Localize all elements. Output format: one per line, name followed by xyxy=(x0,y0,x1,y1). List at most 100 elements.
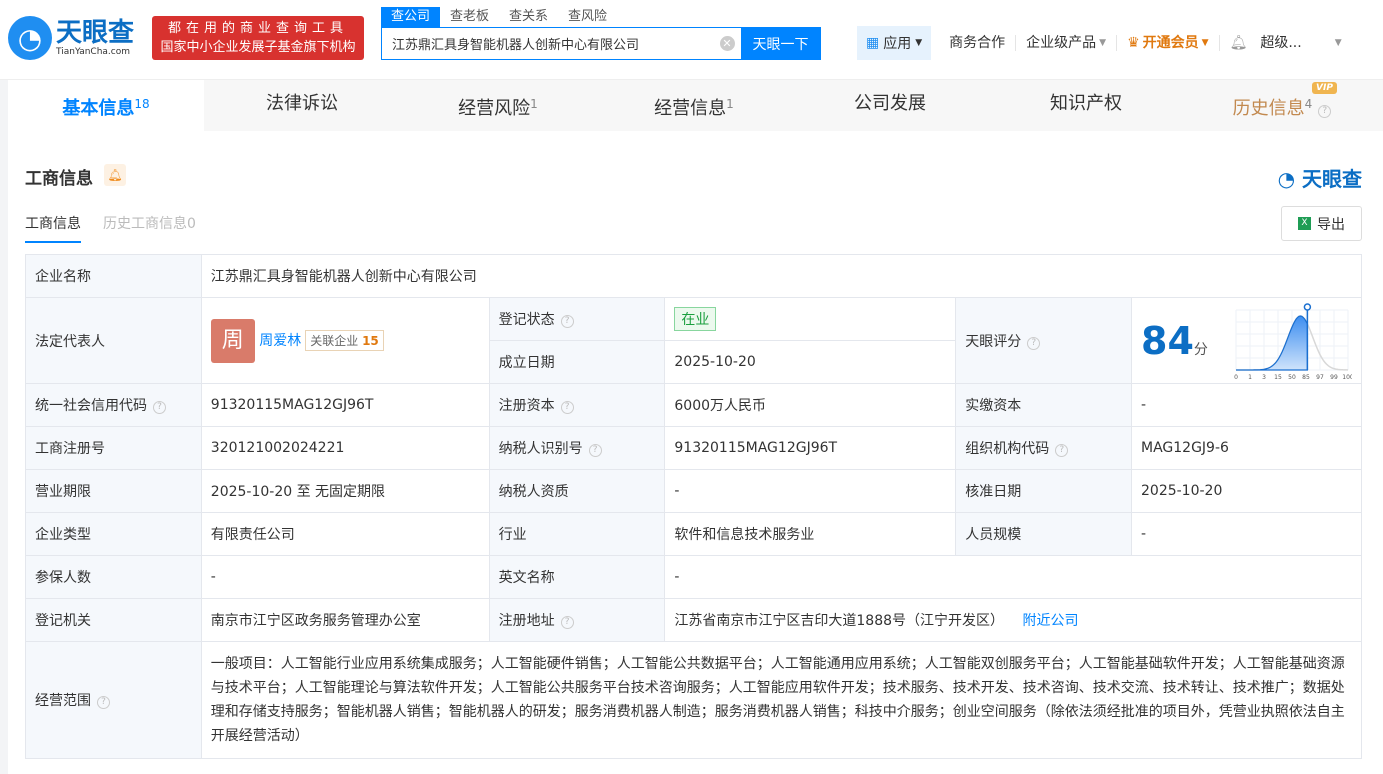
vip-badge: VIP xyxy=(1312,82,1337,94)
tick-label: 1 xyxy=(1248,374,1252,380)
subscribe-bell-icon[interactable]: 🔔︎ xyxy=(104,164,126,186)
subtab-business-info[interactable]: 工商信息 xyxy=(25,213,81,243)
search-bar: ✕ 天眼一下 xyxy=(381,27,821,60)
tab-legal[interactable]: 法律诉讼 xyxy=(204,80,400,131)
credit-code: 91320115MAG12GJ96T xyxy=(200,383,490,427)
business-info-card: 工商信息 🔔︎ ◔ 天眼查 工商信息 历史工商信息0 X 导出 企业名称 江苏鼎汇具身… xyxy=(8,131,1383,774)
tick-label: 0 xyxy=(1234,374,1238,380)
slogan-line1: 都在用的商业查询工具 xyxy=(167,21,348,36)
tick-label: 3 xyxy=(1262,374,1266,380)
help-icon[interactable]: ? xyxy=(560,616,574,629)
help-icon[interactable]: ? xyxy=(97,696,110,709)
bell-icon[interactable]: 🔔︎ xyxy=(1230,35,1248,51)
legal-rep-link[interactable]: 周爱林 xyxy=(259,333,301,349)
score-value: 84分 xyxy=(1141,318,1208,363)
tick-label: 99 xyxy=(1330,374,1338,380)
tab-operation[interactable]: 经营信息1 xyxy=(596,80,792,131)
caret-down-icon: ▼ xyxy=(1334,38,1342,48)
taxpayer-qualification: - xyxy=(664,469,957,513)
search-tab-relation[interactable]: 查关系 xyxy=(499,7,558,27)
main-tabs: 基本信息18 法律诉讼 经营风险1 经营信息1 公司发展 知识产权 VIP 历史信… xyxy=(8,80,1383,131)
section-title: 工商信息 xyxy=(25,169,93,189)
org-code: MAG12GJ9-6 xyxy=(1131,426,1362,470)
logo-text: 天眼查 xyxy=(56,18,135,48)
tick-label: 85 xyxy=(1302,374,1310,380)
excel-icon: X xyxy=(1298,217,1311,230)
business-scope: 一般项目：人工智能行业应用系统集成服务；人工智能硬件销售；人工智能公共数据平台；… xyxy=(200,641,1363,759)
search-tab-boss[interactable]: 查老板 xyxy=(440,7,499,27)
logo-domain: TianYanCha.com xyxy=(56,47,131,57)
score-marker-icon xyxy=(1303,302,1312,311)
nav-user[interactable]: 🔔︎ 超级... ▼ xyxy=(1218,35,1352,51)
nav-vip[interactable]: ♛ 开通会员 ▼ xyxy=(1116,35,1218,51)
help-icon[interactable]: ? xyxy=(588,444,602,457)
tab-basic-info[interactable]: 基本信息18 xyxy=(8,80,204,131)
logo[interactable]: ◔ 天眼查 TianYanCha.com xyxy=(8,16,134,60)
search-button[interactable]: 天眼一下 xyxy=(741,28,820,59)
insured-count: - xyxy=(200,555,490,599)
top-header: ◔ 天眼查 TianYanCha.com 都在用的商业查询工具 国家中小企业发展子基金… xyxy=(0,0,1383,80)
tab-risk[interactable]: 经营风险1 xyxy=(400,80,596,131)
tab-ip[interactable]: 知识产权 xyxy=(988,80,1184,131)
app-menu[interactable]: ▦ 应用 ▼ xyxy=(857,26,932,60)
tab-development[interactable]: 公司发展 xyxy=(792,80,988,131)
english-name: - xyxy=(664,555,1362,599)
registered-address: 江苏省南京市江宁区吉印大道1888号（江宁开发区） xyxy=(674,613,1005,629)
label: 法定代表人 xyxy=(25,297,202,384)
help-icon[interactable]: ? xyxy=(1027,336,1041,350)
taxpayer-id: 91320115MAG12GJ96T xyxy=(664,426,957,470)
export-button[interactable]: X 导出 xyxy=(1281,206,1362,241)
brand-watermark: ◔ 天眼查 xyxy=(1277,167,1362,191)
reg-number: 320121002024221 xyxy=(200,426,490,470)
approval-date: 2025-10-20 xyxy=(1131,469,1362,513)
help-icon[interactable]: ? xyxy=(1318,105,1332,118)
status-badge: 在业 xyxy=(674,307,717,331)
vip-label: 开通会员 xyxy=(1142,35,1199,51)
logo-mark-icon: ◔ xyxy=(8,16,52,60)
crown-icon: ♛ xyxy=(1127,35,1140,51)
company-name: 江苏鼎汇具身智能机器人创新中心有限公司 xyxy=(200,254,1363,298)
help-icon[interactable]: ? xyxy=(153,401,166,414)
subtab-history[interactable]: 历史工商信息0 xyxy=(103,213,196,243)
label: 成立日期 xyxy=(488,340,666,384)
score-area xyxy=(1236,314,1308,371)
nearby-companies-link[interactable]: 附近公司 xyxy=(1022,613,1078,629)
avatar[interactable]: 周 xyxy=(210,318,255,363)
business-term: 2025-10-20 至 无固定期限 xyxy=(200,469,490,513)
help-icon[interactable]: ? xyxy=(560,401,574,414)
found-date: 2025-10-20 xyxy=(664,340,957,384)
tab-history[interactable]: VIP 历史信息4? xyxy=(1184,80,1380,131)
nav-enterprise[interactable]: 企业级产品 ▼ xyxy=(1015,35,1116,51)
staff-size: - xyxy=(1131,512,1362,556)
score-distribution-chart: 0 1 3 15 50 85 97 99 100 xyxy=(1234,302,1352,380)
search-input[interactable] xyxy=(382,28,713,59)
clear-icon: ✕ xyxy=(719,36,735,51)
related-companies-badge[interactable]: 关联企业 15 xyxy=(305,329,384,351)
caret-down-icon: ▼ xyxy=(1201,38,1209,48)
tick-label: 15 xyxy=(1274,374,1282,380)
nav-business[interactable]: 商务合作 xyxy=(939,35,1015,51)
caret-down-icon: ▼ xyxy=(1099,38,1107,48)
apps-grid-icon: ▦ xyxy=(866,35,880,51)
paid-capital: - xyxy=(1131,383,1362,427)
slogan-banner[interactable]: 都在用的商业查询工具 国家中小企业发展子基金旗下机构 xyxy=(152,16,364,60)
caret-down-icon: ▼ xyxy=(915,38,923,48)
registration-authority: 南京市江宁区政务服务管理办公室 xyxy=(200,598,490,642)
search-tab-risk[interactable]: 查风险 xyxy=(558,7,617,27)
label: 企业名称 xyxy=(25,254,202,298)
slogan-line2: 国家中小企业发展子基金旗下机构 xyxy=(160,40,356,55)
industry: 软件和信息技术服务业 xyxy=(664,512,957,556)
help-icon[interactable]: ? xyxy=(560,315,574,328)
info-table: 企业名称 江苏鼎汇具身智能机器人创新中心有限公司 法定代表人 周 周爱林 关联企业 … xyxy=(25,254,1363,759)
tick-label: 100 xyxy=(1342,374,1352,380)
help-icon[interactable]: ? xyxy=(1055,444,1069,457)
tick-label: 97 xyxy=(1316,374,1324,380)
registered-capital: 6000万人民币 xyxy=(664,383,957,427)
search-tab-company[interactable]: 查公司 xyxy=(381,7,441,27)
user-name: 超级... xyxy=(1260,35,1302,51)
enterprise-label: 企业级产品 xyxy=(1026,35,1097,51)
company-type: 有限责任公司 xyxy=(200,512,490,556)
clear-button[interactable]: ✕ xyxy=(713,28,741,59)
tick-label: 50 xyxy=(1288,374,1296,380)
score-cell[interactable]: 84分 0 1 3 15 50 85 97 99 100 xyxy=(1131,297,1362,384)
